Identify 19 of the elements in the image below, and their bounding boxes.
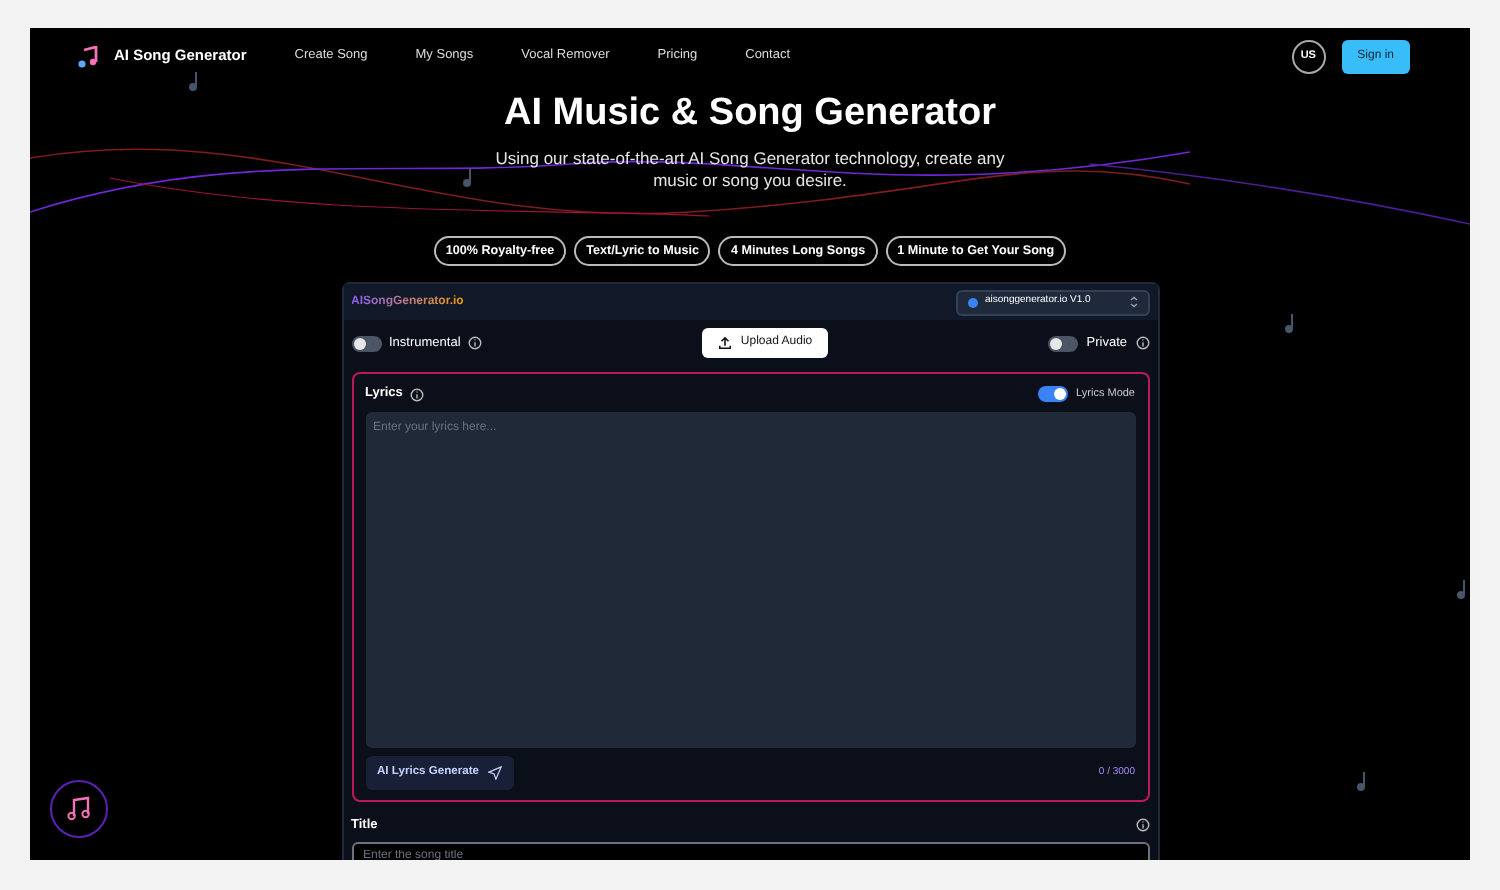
info-icon — [1135, 817, 1149, 832]
info-icon — [468, 336, 483, 351]
send-icon — [487, 765, 502, 780]
toggle-switch[interactable] — [351, 335, 381, 352]
music-note-icon — [186, 72, 200, 92]
music-player-button[interactable] — [50, 780, 108, 838]
music-note-icon — [460, 168, 474, 188]
info-icon — [410, 387, 425, 402]
music-note-icon — [66, 796, 92, 822]
info-icon — [1135, 336, 1149, 351]
chevron-updown-icon — [1129, 296, 1137, 309]
music-note-icon — [1282, 314, 1296, 334]
music-note-icon — [78, 45, 98, 67]
upload-icon — [718, 336, 733, 351]
toggle-switch[interactable] — [1048, 335, 1079, 352]
music-note-icon — [1354, 772, 1368, 792]
hero-title: AI Music & Song Generator — [502, 92, 998, 138]
music-note-icon — [1454, 580, 1468, 600]
lyrics-mode-toggle[interactable] — [1038, 386, 1069, 403]
